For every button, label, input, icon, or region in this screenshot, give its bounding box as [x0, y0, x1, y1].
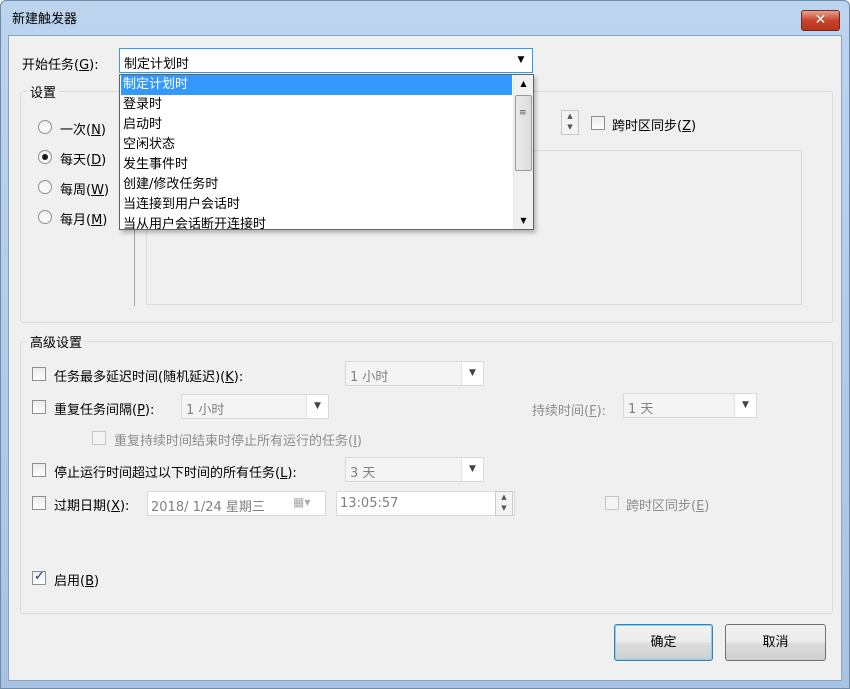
calendar-icon[interactable]: ▦▾ — [293, 495, 310, 509]
delay-checkbox[interactable] — [32, 367, 46, 381]
repeat-label[interactable]: 重复任务间隔(P): — [54, 399, 154, 418]
start-task-value: 制定计划时 — [124, 57, 190, 72]
scroll-thumb[interactable] — [515, 95, 532, 171]
expire-time-field[interactable]: 13:05:57 ▲ ▼ — [336, 491, 515, 516]
radio-monthly[interactable] — [38, 210, 52, 224]
spin-down-icon[interactable]: ▼ — [496, 503, 512, 514]
stop-at-end-label[interactable]: 重复持续时间结束时停止所有运行的任务(I) — [114, 430, 362, 449]
duration-label: 持续时间(F): — [532, 404, 607, 419]
dropdown-option[interactable]: 创建/修改任务时 — [121, 175, 512, 195]
start-time-spinner[interactable]: ▲ ▼ — [561, 110, 579, 135]
start-task-select[interactable]: 制定计划时 ▼ — [119, 48, 533, 73]
expire-sync-label[interactable]: 跨时区同步(E) — [626, 495, 709, 514]
sync-timezone-label[interactable]: 跨时区同步(Z) — [612, 115, 696, 134]
dialog-title: 新建触发器 — [12, 12, 78, 27]
dropdown-option[interactable]: 发生事件时 — [121, 155, 512, 175]
enabled-label[interactable]: 启用(B) — [54, 570, 99, 589]
expire-date-picker[interactable]: 2018/ 1/24 星期三 ▦▾ — [147, 491, 326, 516]
title-bar[interactable]: 新建触发器 ✕ — [1, 1, 849, 33]
spin-up-icon[interactable]: ▲ — [496, 492, 512, 503]
duration-value: 1 天 — [628, 402, 654, 417]
grip-icon: ≡ — [519, 108, 527, 118]
spin-up-icon[interactable]: ▲ — [562, 111, 578, 122]
delay-label[interactable]: 任务最多延迟时间(随机延迟)(K): — [54, 366, 243, 385]
chevron-down-icon[interactable]: ▼ — [461, 362, 483, 385]
repeat-interval-select[interactable]: 1 小时 ▼ — [181, 394, 329, 419]
radio-once[interactable] — [38, 120, 52, 134]
stop-longer-checkbox[interactable] — [32, 463, 46, 477]
radio-monthly-label[interactable]: 每月(M) — [60, 209, 107, 228]
expire-sync-checkbox[interactable] — [605, 496, 619, 510]
dropdown-option[interactable]: 当连接到用户会话时 — [121, 195, 512, 215]
delay-select[interactable]: 1 小时 ▼ — [345, 361, 484, 386]
expire-time-value: 13:05:57 — [340, 496, 399, 511]
radio-weekly[interactable] — [38, 180, 52, 194]
expire-date-value: 2018/ 1/24 星期三 — [151, 500, 265, 515]
time-spinner[interactable]: ▲ ▼ — [495, 491, 513, 516]
duration-select[interactable]: 1 天 ▼ — [623, 393, 757, 418]
chevron-down-icon[interactable]: ▼ — [306, 395, 328, 418]
stop-longer-value: 3 天 — [350, 466, 376, 481]
repeat-checkbox[interactable] — [32, 400, 46, 414]
stop-at-end-checkbox[interactable] — [92, 431, 106, 445]
dropdown-option[interactable]: 当从用户会话断开连接时 — [121, 215, 512, 229]
enabled-checkbox[interactable] — [32, 569, 46, 585]
dropdown-option[interactable]: 空闲状态 — [121, 135, 512, 155]
radio-once-label[interactable]: 一次(N) — [60, 119, 106, 138]
stop-longer-label[interactable]: 停止运行时间超过以下时间的所有任务(L): — [54, 462, 297, 481]
scroll-down-icon[interactable]: ▼ — [514, 212, 533, 229]
dropdown-scrollbar[interactable]: ▲ ≡ ▼ — [513, 75, 533, 229]
ok-button[interactable]: 确定 — [614, 624, 713, 661]
chevron-down-icon[interactable]: ▼ — [734, 394, 756, 417]
radio-weekly-label[interactable]: 每周(W) — [60, 179, 109, 198]
settings-group-title: 设置 — [27, 82, 60, 101]
scroll-up-icon[interactable]: ▲ — [514, 75, 533, 92]
spin-down-icon[interactable]: ▼ — [562, 122, 578, 133]
cancel-button[interactable]: 取消 — [725, 624, 826, 661]
radio-daily[interactable] — [38, 150, 52, 164]
expire-label[interactable]: 过期日期(X): — [54, 495, 129, 514]
start-task-label: 开始任务(G): — [22, 58, 99, 73]
advanced-group-title: 高级设置 — [27, 332, 86, 351]
expire-checkbox[interactable] — [32, 496, 46, 510]
delay-value: 1 小时 — [350, 370, 389, 385]
chevron-down-icon[interactable]: ▼ — [510, 49, 532, 72]
dropdown-option[interactable]: 制定计划时 — [121, 75, 512, 95]
close-button[interactable]: ✕ — [801, 10, 840, 31]
dropdown-option[interactable]: 启动时 — [121, 115, 512, 135]
repeat-interval-value: 1 小时 — [186, 403, 225, 418]
dropdown-option[interactable]: 登录时 — [121, 95, 512, 115]
dialog-window: 新建触发器 ✕ 开始任务(G): 制定计划时 ▼ 设置 一次(N) 每天(D) … — [0, 0, 850, 689]
start-task-dropdown-list[interactable]: 制定计划时 登录时 启动时 空闲状态 发生事件时 创建/修改任务时 当连接到用户… — [119, 74, 534, 230]
chevron-down-icon[interactable]: ▼ — [461, 458, 483, 481]
radio-daily-label[interactable]: 每天(D) — [60, 149, 106, 168]
sync-timezone-checkbox[interactable] — [591, 116, 605, 130]
stop-longer-select[interactable]: 3 天 ▼ — [345, 457, 484, 482]
